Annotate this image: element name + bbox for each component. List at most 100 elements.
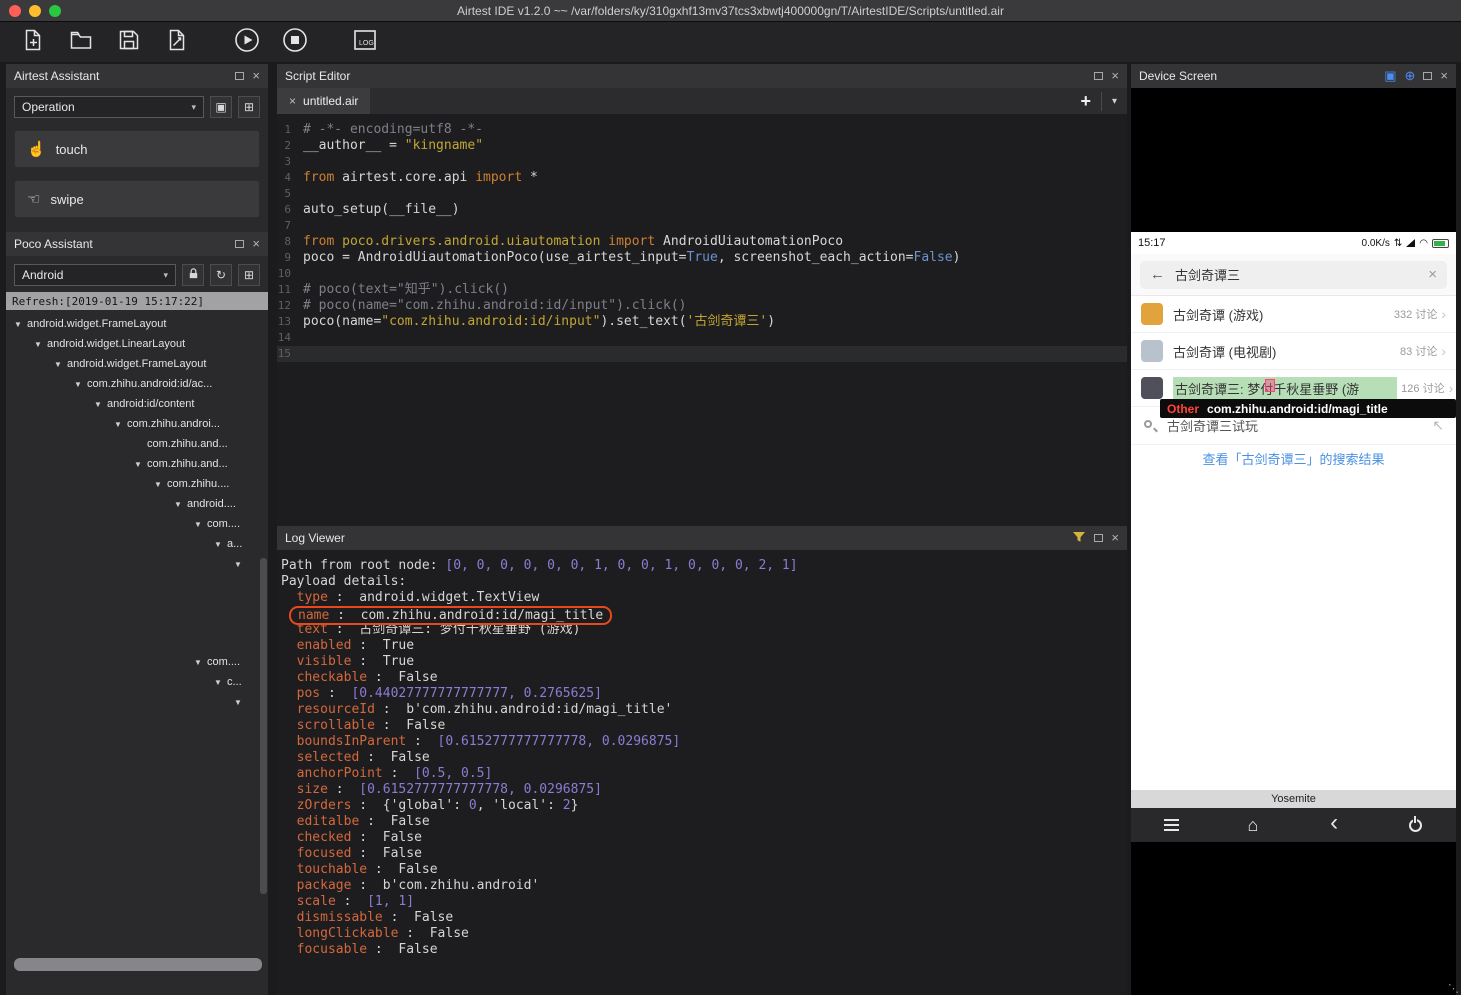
clear-search-icon[interactable]: × bbox=[1428, 266, 1437, 283]
code-line[interactable]: 6 auto_setup(__file__) bbox=[277, 202, 1127, 218]
code-line[interactable]: 8 from poco.drivers.android.uiautomation … bbox=[277, 234, 1127, 250]
code-line[interactable]: 11 # poco(text="知乎").click() bbox=[277, 282, 1127, 298]
expander-icon[interactable]: ▼ bbox=[234, 560, 247, 569]
expander-icon[interactable]: ▼ bbox=[174, 500, 187, 509]
code-line[interactable]: 13 poco(name="com.zhihu.android:id/input"… bbox=[277, 314, 1127, 330]
refresh-hierarchy-button[interactable]: ↻ bbox=[210, 264, 232, 286]
code-line[interactable]: 9 poco = AndroidUiautomationPoco(use_airt… bbox=[277, 250, 1127, 266]
code-line[interactable]: 2 __author__ = "kingname" bbox=[277, 138, 1127, 154]
expander-icon[interactable]: ▼ bbox=[114, 420, 127, 429]
tree-node[interactable]: com.zhihu.and... bbox=[6, 434, 268, 454]
expander-icon[interactable]: ▼ bbox=[74, 380, 87, 389]
expander-icon[interactable]: ▼ bbox=[134, 460, 147, 469]
lock-hierarchy-button[interactable] bbox=[182, 264, 204, 286]
operation-mode-select[interactable]: Operation ▾ bbox=[14, 96, 204, 118]
log-output[interactable]: Path from root node: [0, 0, 0, 0, 0, 0, … bbox=[277, 550, 1127, 995]
tree-vertical-scrollbar[interactable] bbox=[260, 558, 267, 894]
home-icon[interactable]: ⌂ bbox=[1238, 813, 1268, 837]
run-script-button[interactable] bbox=[230, 25, 264, 59]
tree-node[interactable]: ▼ com.... bbox=[6, 514, 268, 534]
save-script-button[interactable] bbox=[112, 25, 146, 59]
tree-node[interactable]: ▼ android:id/content bbox=[6, 394, 268, 414]
expander-icon[interactable]: ▼ bbox=[34, 340, 47, 349]
tab-untitled-air[interactable]: × untitled.air bbox=[277, 88, 371, 114]
open-script-button[interactable] bbox=[64, 25, 98, 59]
expander-icon[interactable]: ▼ bbox=[194, 520, 207, 529]
tree-horizontal-scrollbar[interactable] bbox=[14, 958, 262, 971]
code-editor[interactable]: 1 # -*- encoding=utf8 -*- 2 __author__ = "k… bbox=[277, 114, 1127, 526]
close-panel-icon[interactable]: × bbox=[252, 237, 260, 250]
see-all-results-link[interactable]: 查看「古剑奇谭三」的搜索结果 bbox=[1131, 445, 1456, 475]
device-mirror-area[interactable]: 15:17 0.0K/s ⇅ ◠ ← 古剑奇谭三 × 古剑奇谭 (游戏) 332 … bbox=[1131, 88, 1456, 995]
code-line[interactable]: 14 bbox=[277, 330, 1127, 346]
code-line[interactable]: 10 bbox=[277, 266, 1127, 282]
float-panel-icon[interactable] bbox=[1094, 72, 1104, 80]
code-line[interactable]: 3 bbox=[277, 154, 1127, 170]
back-arrow-icon[interactable]: ← bbox=[1150, 266, 1165, 283]
swipe-action-button[interactable]: ☜ swipe bbox=[14, 180, 260, 218]
refresh-timestamp[interactable]: Refresh:[2019-01-19 15:17:22] bbox=[6, 292, 268, 310]
tree-node[interactable]: ▼ com.zhihu.androi... bbox=[6, 414, 268, 434]
zoom-window-button[interactable] bbox=[49, 4, 61, 17]
power-icon[interactable] bbox=[1400, 813, 1430, 837]
add-script-tab-button[interactable]: + bbox=[1070, 91, 1101, 112]
tree-node[interactable]: ▼ a... bbox=[6, 534, 268, 554]
code-line[interactable]: 15 bbox=[277, 346, 1127, 362]
screen-snapshot-icon[interactable]: ▣ bbox=[1384, 68, 1396, 84]
search-input[interactable]: ← 古剑奇谭三 × bbox=[1140, 260, 1447, 289]
expander-icon[interactable]: ▼ bbox=[214, 540, 227, 549]
insert-suggestion-icon[interactable]: ↖ bbox=[1432, 417, 1444, 434]
touch-action-button[interactable]: ☝ touch bbox=[14, 130, 260, 168]
float-panel-icon[interactable] bbox=[1094, 534, 1104, 542]
tree-node[interactable]: ▼ android.widget.FrameLayout bbox=[6, 354, 268, 374]
float-panel-icon[interactable] bbox=[235, 72, 245, 80]
inspect-window-button[interactable]: ⊞ bbox=[238, 264, 260, 286]
coordinate-picker-icon[interactable]: ⊕ bbox=[1405, 68, 1416, 84]
expander-icon[interactable]: ▼ bbox=[234, 698, 247, 707]
menu-icon[interactable] bbox=[1157, 813, 1187, 837]
record-actions-button[interactable]: ⊞ bbox=[238, 96, 260, 118]
tree-node[interactable]: ▼ bbox=[6, 554, 268, 574]
insert-screenshot-button[interactable]: ▣ bbox=[210, 96, 232, 118]
search-result-row[interactable]: 古剑奇谭 (电视剧) 83 讨论 › bbox=[1131, 333, 1456, 370]
tree-node[interactable]: ▼ bbox=[6, 692, 268, 712]
code-line[interactable]: 4 from airtest.core.api import * bbox=[277, 170, 1127, 186]
close-panel-icon[interactable]: × bbox=[1111, 531, 1119, 544]
tree-node[interactable]: ▼ com.zhihu.... bbox=[6, 474, 268, 494]
expander-icon[interactable]: ▼ bbox=[154, 480, 167, 489]
save-as-button[interactable] bbox=[160, 25, 194, 59]
close-window-button[interactable] bbox=[9, 4, 21, 17]
close-panel-icon[interactable]: × bbox=[1111, 69, 1119, 82]
code-line[interactable]: 5 bbox=[277, 186, 1127, 202]
log-filter-icon[interactable] bbox=[1072, 531, 1086, 546]
close-panel-icon[interactable]: × bbox=[252, 69, 260, 82]
stop-script-button[interactable] bbox=[278, 25, 312, 59]
expander-icon[interactable]: ▼ bbox=[94, 400, 107, 409]
expander-icon[interactable]: ▼ bbox=[214, 678, 227, 687]
expander-icon[interactable]: ▼ bbox=[54, 360, 67, 369]
tab-list-dropdown[interactable]: ▾ bbox=[1100, 91, 1127, 111]
minimize-window-button[interactable] bbox=[29, 4, 41, 17]
tree-node[interactable]: ▼ android.widget.FrameLayout bbox=[6, 314, 268, 334]
new-script-button[interactable] bbox=[16, 25, 50, 59]
search-result-row[interactable]: 古剑奇谭 (游戏) 332 讨论 › bbox=[1131, 296, 1456, 333]
tree-node[interactable]: ▼ com.zhihu.android:id/ac... bbox=[6, 374, 268, 394]
close-tab-icon[interactable]: × bbox=[289, 94, 296, 108]
tree-node[interactable]: ▼ c... bbox=[6, 672, 268, 692]
float-panel-icon[interactable] bbox=[235, 240, 245, 248]
expander-icon[interactable]: ▼ bbox=[14, 320, 27, 329]
toggle-log-window-button[interactable]: LOG bbox=[348, 25, 382, 59]
tree-node[interactable]: ▼ com.... bbox=[6, 652, 268, 672]
float-panel-icon[interactable] bbox=[1423, 72, 1433, 80]
expander-icon[interactable]: ▼ bbox=[194, 658, 207, 667]
tree-node[interactable]: ▼ com.zhihu.and... bbox=[6, 454, 268, 474]
close-panel-icon[interactable]: × bbox=[1440, 69, 1448, 82]
code-line[interactable]: 1 # -*- encoding=utf8 -*- bbox=[277, 122, 1127, 138]
back-icon[interactable]: ‹ bbox=[1319, 809, 1349, 837]
phone-screen[interactable]: 15:17 0.0K/s ⇅ ◠ ← 古剑奇谭三 × 古剑奇谭 (游戏) 332 … bbox=[1131, 232, 1456, 790]
code-line[interactable]: 12 # poco(name="com.zhihu.android:id/inpu… bbox=[277, 298, 1127, 314]
poco-driver-select[interactable]: Android ▾ bbox=[14, 264, 176, 286]
tree-node[interactable]: ▼ android.... bbox=[6, 494, 268, 514]
tree-node[interactable]: ▼ android.widget.LinearLayout bbox=[6, 334, 268, 354]
window-resize-grip[interactable]: ⋱ bbox=[1448, 982, 1459, 995]
